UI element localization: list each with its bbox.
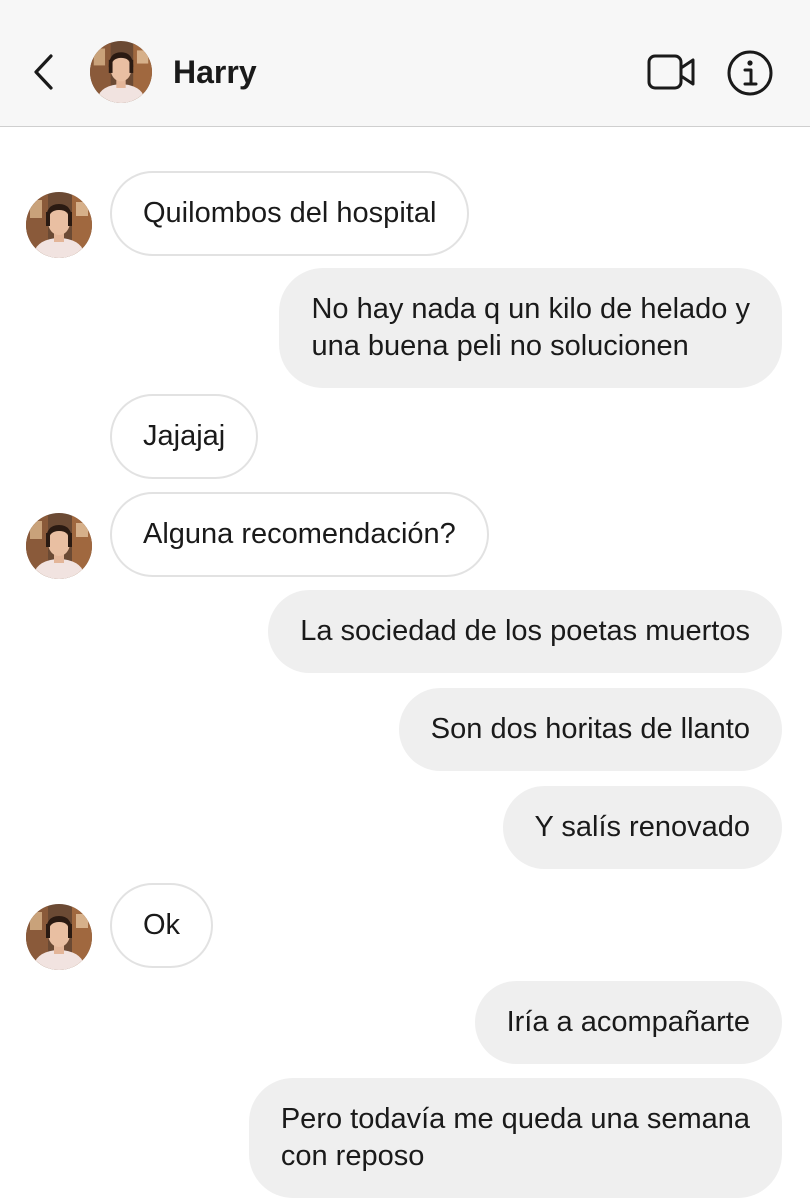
message-text-line: con reposo: [280, 1140, 425, 1172]
message-text: Ok: [143, 909, 181, 941]
video-camera-icon: [647, 54, 695, 90]
incoming-message[interactable]: Quilombos del hospital: [110, 171, 470, 256]
back-button[interactable]: [26, 50, 60, 94]
info-button[interactable]: [725, 48, 775, 98]
info-icon: [727, 50, 773, 96]
incoming-message[interactable]: Jajajaj: [110, 394, 259, 479]
message-text: Quilombos del hospital: [143, 197, 437, 229]
outgoing-message[interactable]: La sociedad de los poetas muertos: [268, 590, 782, 673]
contact-name[interactable]: Harry: [173, 52, 257, 92]
video-call-button[interactable]: [645, 50, 697, 94]
message-text: Iría a acompañarte: [506, 1006, 750, 1038]
message-text: Jajajaj: [143, 420, 226, 452]
incoming-message[interactable]: Alguna recomendación?: [110, 492, 489, 577]
message-text-line: Pero todavía me queda una semana: [280, 1103, 750, 1135]
message-text: Y salís renovado: [534, 811, 751, 843]
message-text-line: una buena peli no solucionen: [311, 330, 689, 362]
message-text-line: No hay nada q un kilo de helado y: [311, 293, 750, 325]
outgoing-message[interactable]: Y salís renovado: [502, 786, 782, 869]
outgoing-message[interactable]: Son dos horitas de llanto: [398, 688, 782, 771]
message-text: Alguna recomendación?: [143, 518, 456, 550]
sender-avatar[interactable]: [26, 513, 92, 579]
incoming-message[interactable]: Ok: [110, 883, 214, 968]
contact-avatar[interactable]: [90, 41, 152, 103]
message-text: La sociedad de los poetas muertos: [300, 615, 750, 647]
outgoing-message[interactable]: Iría a acompañarte: [474, 981, 782, 1064]
outgoing-message[interactable]: No hay nada q un kilo de helado y una bu…: [279, 268, 782, 388]
chat-header: Harry: [0, 0, 810, 127]
sender-avatar[interactable]: [26, 904, 92, 970]
sender-avatar[interactable]: [26, 192, 92, 258]
chevron-left-icon: [34, 54, 53, 90]
outgoing-message[interactable]: Pero todavía me queda una semana con rep…: [248, 1078, 782, 1198]
message-text: Son dos horitas de llanto: [430, 713, 750, 745]
